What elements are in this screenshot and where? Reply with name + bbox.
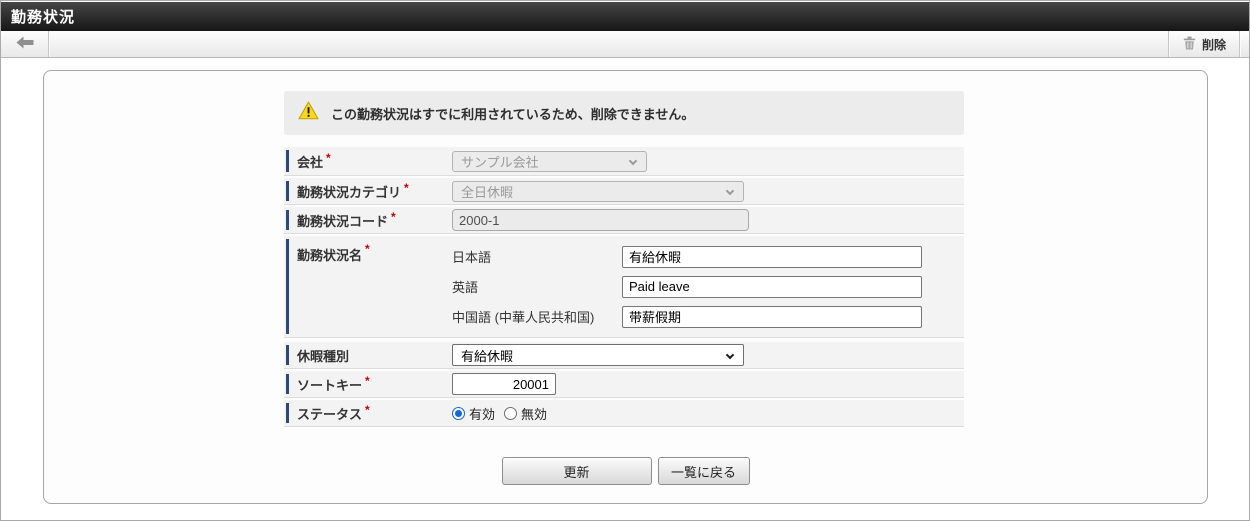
back-button[interactable] [1, 31, 48, 57]
chevron-down-icon [725, 186, 735, 195]
delete-button[interactable]: 削除 [1170, 31, 1239, 57]
status-radio-inactive[interactable] [504, 406, 518, 420]
name-row-chinese: 中国語 (中華人民共和国) [452, 302, 964, 332]
name-lang-label: 中国語 (中華人民共和国) [452, 310, 595, 325]
sort-key-input[interactable] [452, 373, 556, 395]
label-accent-bar [286, 150, 289, 172]
form-row-category: 勤務状況カテゴリ * 全日休暇 [284, 178, 964, 205]
name-japanese-input[interactable] [622, 245, 922, 268]
label-accent-bar [286, 345, 289, 365]
name-row-english: 英語 [452, 272, 964, 302]
status-radio-group: 有効 無効 [452, 404, 556, 423]
status-radio-active-label: 有効 [469, 406, 496, 422]
name-lang-label: 日本語 [452, 250, 492, 265]
required-asterisk: * [404, 181, 409, 195]
leave-type-select[interactable]: 有給休暇 [452, 344, 744, 366]
required-asterisk: * [365, 242, 370, 256]
content-area: この勤務状況はすでに利用されているため、削除できません。 会社 * サンプル会社 [1, 58, 1249, 520]
arrow-left-icon [16, 36, 34, 52]
chevron-down-icon [725, 350, 735, 360]
status-label: ステータス [297, 406, 363, 422]
required-asterisk: * [365, 403, 370, 417]
category-select-value: 全日休暇 [461, 184, 514, 200]
back-to-list-button[interactable]: 一覧に戻る [657, 457, 750, 485]
label-accent-bar [286, 181, 289, 201]
label-accent-bar [286, 403, 289, 423]
toolbar: 削除 [1, 31, 1249, 58]
form-actions: 更新 一覧に戻る [44, 457, 1207, 485]
code-input [452, 209, 749, 231]
form-row-status: ステータス * 有効 無効 [284, 400, 964, 427]
company-select: サンプル会社 [452, 150, 647, 172]
name-english-input[interactable] [622, 275, 922, 298]
name-chinese-input[interactable] [622, 305, 922, 328]
form-row-leave-type: 休暇種別 有給休暇 [284, 342, 964, 369]
category-select: 全日休暇 [452, 180, 744, 202]
delete-button-label: 削除 [1201, 37, 1226, 52]
name-row-japanese: 日本語 [452, 242, 964, 272]
leave-type-select-value: 有給休暇 [461, 348, 514, 364]
label-accent-bar [286, 374, 289, 394]
form-row-name: 勤務状況名 * 日本語 英語 [284, 236, 964, 338]
app-window: 勤務状況 削除 この勤務状況はすでに利用されているため、削除できません。 会社 … [0, 0, 1250, 521]
update-button[interactable]: 更新 [501, 457, 652, 485]
status-radio-active[interactable] [452, 406, 465, 420]
warning-message: この勤務状況はすでに利用されているため、削除できません。 [331, 106, 695, 122]
sort-key-label: ソートキー [297, 377, 363, 393]
status-radio-inactive-label: 無効 [521, 406, 548, 422]
company-select-value: サンプル会社 [461, 154, 539, 170]
form-table: 会社 * サンプル会社 勤務状況カテゴリ * 全日休暇 勤務状況コード * 20… [284, 147, 964, 429]
leave-type-label: 休暇種別 [297, 348, 350, 364]
category-label: 勤務状況カテゴリ [297, 184, 402, 200]
page-title: 勤務状況 [11, 9, 76, 26]
chevron-down-icon [628, 156, 638, 165]
form-row-sort-key: ソートキー * [284, 371, 964, 398]
required-asterisk: * [365, 374, 370, 388]
company-label: 会社 [297, 154, 324, 170]
name-lang-label: 英語 [452, 280, 479, 295]
trash-icon [1183, 36, 1196, 53]
required-asterisk: * [326, 151, 331, 165]
label-accent-bar [286, 239, 289, 334]
required-asterisk: * [391, 210, 396, 224]
form-row-company: 会社 * サンプル会社 [284, 147, 964, 176]
form-panel: この勤務状況はすでに利用されているため、削除できません。 会社 * サンプル会社 [43, 70, 1208, 504]
name-label: 勤務状況名 [297, 248, 363, 263]
label-accent-bar [286, 210, 289, 230]
form-row-code: 勤務状況コード * [284, 207, 964, 234]
warning-banner: この勤務状況はすでに利用されているため、削除できません。 [284, 91, 964, 135]
code-label: 勤務状況コード [297, 213, 389, 229]
title-bar: 勤務状況 [1, 2, 1249, 31]
warning-icon [298, 101, 319, 125]
